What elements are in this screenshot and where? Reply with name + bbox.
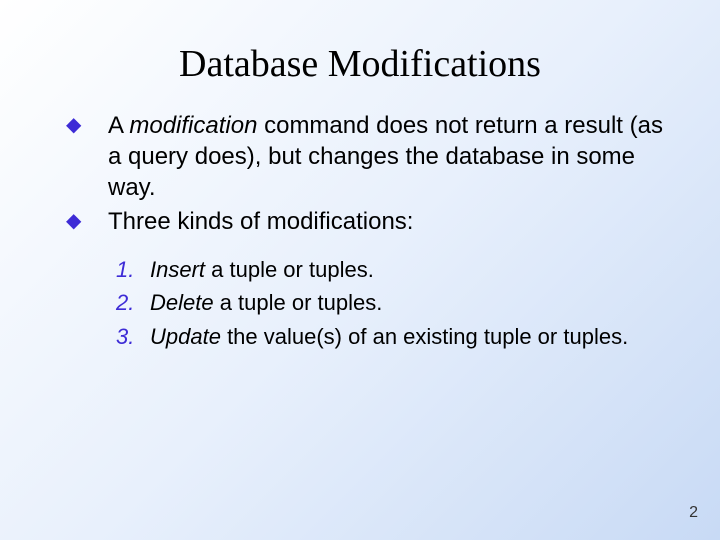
page-number: 2	[689, 504, 698, 522]
slide-title: Database Modifications	[0, 0, 720, 110]
numbered-item: 2. Delete a tuple or tuples.	[116, 288, 680, 318]
numbered-italic-word: Delete	[150, 290, 214, 315]
item-number: 2.	[116, 288, 134, 318]
bullet-text-suffix: Three kinds of modifications:	[108, 208, 413, 235]
numbered-rest: the value(s) of an existing tuple or tup…	[221, 324, 628, 349]
numbered-item: 1. Insert a tuple or tuples.	[116, 255, 680, 285]
slide-content: A modification command does not return a…	[0, 110, 720, 352]
bullet-text-prefix: A	[108, 112, 129, 139]
numbered-italic-word: Insert	[150, 257, 205, 282]
item-number: 1.	[116, 255, 134, 285]
item-number: 3.	[116, 322, 134, 352]
bullet-item: A modification command does not return a…	[66, 110, 680, 204]
numbered-rest: a tuple or tuples.	[214, 290, 383, 315]
bullet-list: A modification command does not return a…	[66, 110, 680, 237]
numbered-italic-word: Update	[150, 324, 221, 349]
numbered-rest: a tuple or tuples.	[205, 257, 374, 282]
numbered-list: 1. Insert a tuple or tuples. 2. Delete a…	[66, 255, 680, 352]
bullet-item: Three kinds of modifications:	[66, 206, 680, 237]
bullet-italic-word: modification	[129, 112, 257, 139]
numbered-item: 3. Update the value(s) of an existing tu…	[116, 322, 680, 352]
